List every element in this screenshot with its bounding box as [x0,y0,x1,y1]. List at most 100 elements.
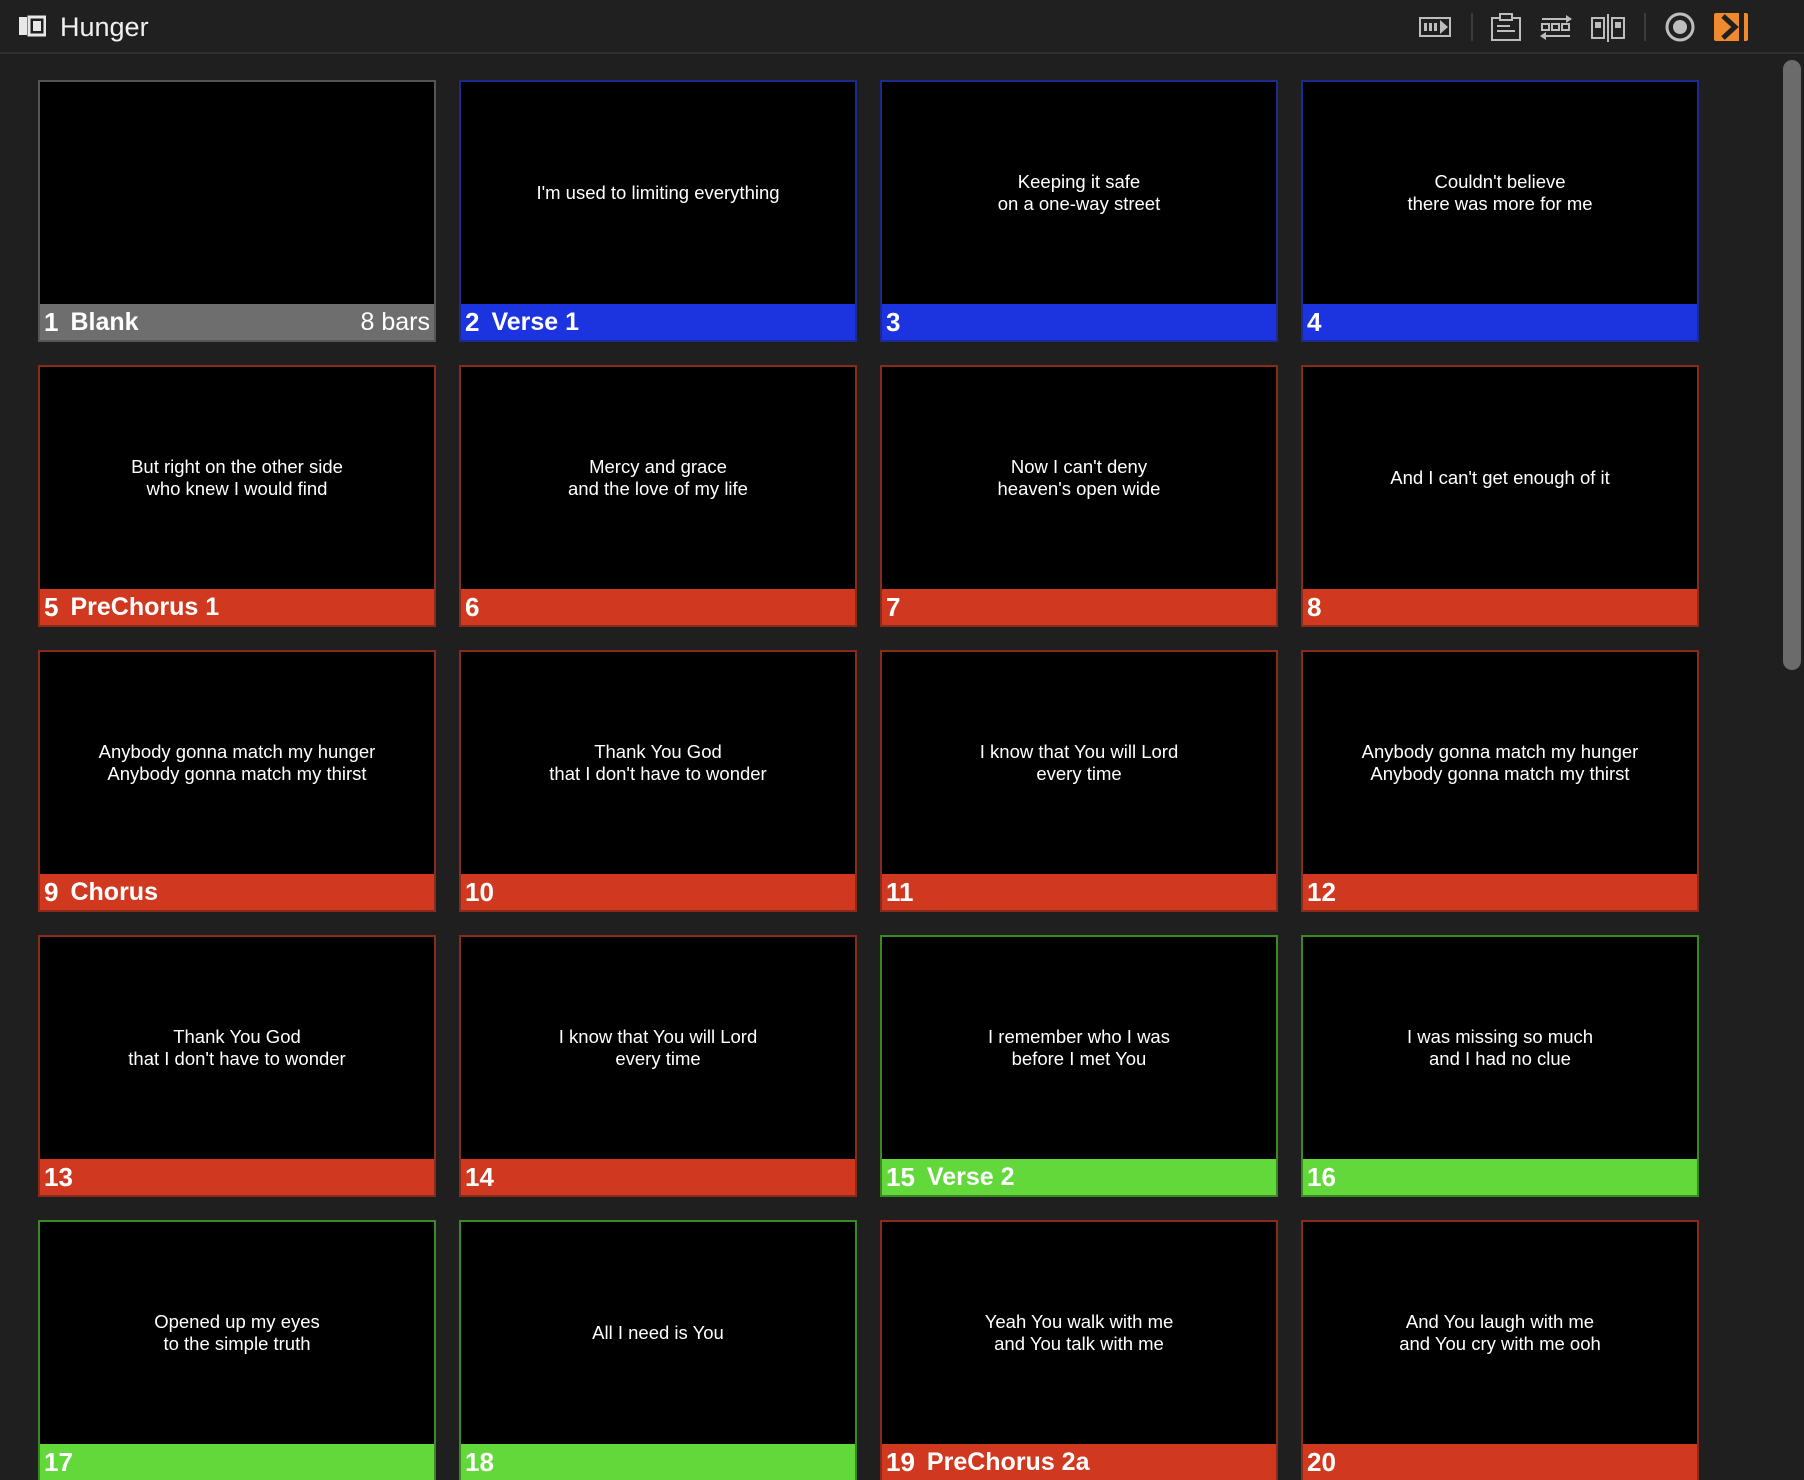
slide-number: 2 [465,306,480,337]
slide-number: 11 [886,876,914,907]
toolbar-divider [1471,13,1473,41]
slide-number: 20 [1307,1446,1336,1477]
slide-17[interactable]: Opened up my eyes to the simple truth 17 [38,1220,436,1480]
notes-icon[interactable] [1488,10,1524,44]
slide-13[interactable]: Thank You God that I don't have to wonde… [38,935,436,1197]
slide-20[interactable]: And You laugh with me and You cry with m… [1301,1220,1699,1480]
slide-10[interactable]: Thank You God that I don't have to wonde… [459,650,857,912]
slide-text: Now I can't deny heaven's open wide [997,456,1161,499]
target-icon[interactable] [1662,10,1698,44]
transitions-icon[interactable] [1538,10,1574,44]
slide-14[interactable]: I know that You will Lord every time 14 [459,935,857,1197]
slide-label-bar: 18 [461,1444,855,1480]
presentation-title: Hunger [60,12,149,42]
slide-text: Mercy and grace and the love of my life [568,456,748,499]
slide-label-bar: 6 [461,589,855,625]
slide-label-bar: 1 Blank 8 bars [40,304,434,340]
slide-preview: I remember who I was before I met You [882,937,1276,1159]
slide-number: 7 [886,591,901,622]
slide-text: Thank You God that I don't have to wonde… [128,1026,346,1069]
slide-preview: Anybody gonna match my hunger Anybody go… [40,652,434,874]
slide-label-bar: 20 [1303,1444,1697,1480]
vertical-scrollbar[interactable] [1774,54,1804,1480]
slide-preview: I know that You will Lord every time [882,652,1276,874]
slide-9[interactable]: Anybody gonna match my hunger Anybody go… [38,650,436,912]
slide-number: 17 [44,1446,73,1477]
propresenter-window: Hunger 1 Blank 8 bars I'm used to limiti… [0,0,1804,1480]
slide-6[interactable]: Mercy and grace and the love of my life 6 [459,365,857,627]
slide-2[interactable]: I'm used to limiting everything 2 Verse 1 [459,80,857,342]
slide-text: I know that You will Lord every time [558,1026,758,1069]
slide-label-bar: 11 [882,874,1276,910]
slide-preview [40,82,434,304]
slide-number: 9 [44,876,59,907]
slide-preview: Keeping it safe on a one-way street [882,82,1276,304]
slide-label-bar: 10 [461,874,855,910]
slide-label-bar: 5 PreChorus 1 [40,589,434,625]
slide-label-bar: 14 [461,1159,855,1195]
slide-text: And You laugh with me and You cry with m… [1399,1311,1601,1354]
slide-text: All I need is You [592,1322,724,1343]
slide-preview: I was missing so much and I had no clue [1303,937,1697,1159]
slide-number: 5 [44,591,59,622]
slide-7[interactable]: Now I can't deny heaven's open wide 7 [880,365,1278,627]
toolbar-divider [1644,13,1646,41]
slide-preview: Thank You God that I don't have to wonde… [40,937,434,1159]
slide-text: I'm used to limiting everything [536,182,780,203]
slide-label-bar: 12 [1303,874,1697,910]
slide-preview: I'm used to limiting everything [461,82,855,304]
title-bar: Hunger [0,0,1804,54]
slide-preview: But right on the other side who knew I w… [40,367,434,589]
slide-text: I was missing so much and I had no clue [1406,1026,1594,1069]
slide-number: 8 [1307,591,1322,622]
slide-text: I remember who I was before I met You [988,1026,1170,1069]
slide-preview: And You laugh with me and You cry with m… [1303,1222,1697,1444]
slide-5[interactable]: But right on the other side who knew I w… [38,365,436,627]
timeline-icon[interactable] [1418,10,1454,44]
slide-18[interactable]: All I need is You 18 [459,1220,857,1480]
slide-label-bar: 4 [1303,304,1697,340]
slide-8[interactable]: And I can't get enough of it 8 [1301,365,1699,627]
presentation-icon [19,15,46,37]
slide-number: 10 [465,876,494,907]
slide-number: 18 [465,1446,494,1477]
slide-number: 16 [1307,1161,1336,1192]
slide-4[interactable]: Couldn't believe there was more for me 4 [1301,80,1699,342]
slide-label-bar: 9 Chorus [40,874,434,910]
slide-label-bar: 16 [1303,1159,1697,1195]
slide-label-bar: 7 [882,589,1276,625]
slide-number: 4 [1307,306,1322,337]
slide-group-name: PreChorus 1 [70,592,220,621]
slide-15[interactable]: I remember who I was before I met You 15 V… [880,935,1278,1197]
slide-preview: Opened up my eyes to the simple truth [40,1222,434,1444]
slide-16[interactable]: I was missing so much and I had no clue 1… [1301,935,1699,1197]
slide-12[interactable]: Anybody gonna match my hunger Anybody go… [1301,650,1699,912]
slide-3[interactable]: Keeping it safe on a one-way street 3 [880,80,1278,342]
slide-duration: 8 bars [360,307,430,336]
slide-text: Couldn't believe there was more for me [1407,171,1593,214]
slide-preview: Thank You God that I don't have to wonde… [461,652,855,874]
slide-text: And I can't get enough of it [1390,467,1610,488]
slide-number: 13 [44,1161,73,1192]
slide-text: But right on the other side who knew I w… [131,456,343,499]
layout-icon[interactable] [1590,10,1626,44]
slide-19[interactable]: Yeah You walk with me and You talk with … [880,1220,1278,1480]
slide-preview: All I need is You [461,1222,855,1444]
slide-text: Opened up my eyes to the simple truth [154,1311,320,1354]
slide-preview: Couldn't believe there was more for me [1303,82,1697,304]
slide-label-bar: 2 Verse 1 [461,304,855,340]
slide-label-bar: 3 [882,304,1276,340]
play-icon[interactable] [1713,10,1749,44]
slide-number: 15 [886,1161,915,1192]
slide-group-name: Verse 2 [926,1162,1015,1191]
slide-text: Yeah You walk with me and You talk with … [984,1311,1174,1354]
slide-group-name: Verse 1 [491,307,580,336]
slide-number: 19 [886,1446,915,1477]
slide-preview: And I can't get enough of it [1303,367,1697,589]
slide-number: 1 [44,306,59,337]
slide-1[interactable]: 1 Blank 8 bars [38,80,436,342]
slide-11[interactable]: I know that You will Lord every time 11 [880,650,1278,912]
scrollbar-thumb[interactable] [1783,60,1801,670]
slide-label-bar: 13 [40,1159,434,1195]
slide-text: Thank You God that I don't have to wonde… [549,741,767,784]
